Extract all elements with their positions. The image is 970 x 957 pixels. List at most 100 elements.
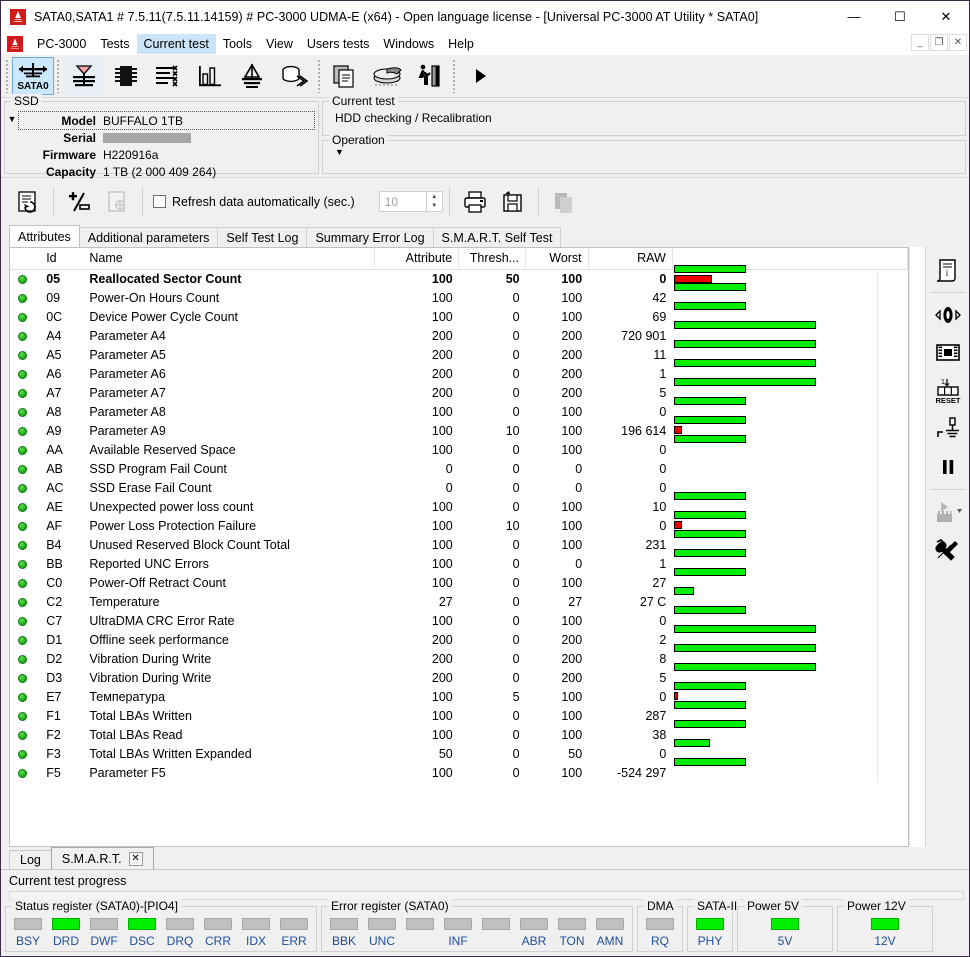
run-person-button[interactable] [408,57,450,95]
run-chip-icon[interactable] [929,493,967,531]
signal-probe-icon[interactable] [929,410,967,448]
drive-expand-toggle[interactable]: ▼ [5,112,19,180]
operation-dropdown-arrow[interactable]: ▼ [323,141,965,157]
th-threshold[interactable]: Thresh... [458,248,527,270]
table-row[interactable]: AB SSD Program Fail Count 0 0 0 0 [10,459,908,478]
menu-item-windows[interactable]: Windows [376,34,441,54]
stepper-up-icon[interactable]: ▲ [427,192,442,202]
window-maximize-button[interactable]: ☐ [877,1,923,32]
window-close-button[interactable]: ✕ [923,1,969,32]
table-row[interactable]: BB Reported UNC Errors 100 0 0 1 [10,549,908,573]
bottom-tab-log[interactable]: Log [9,850,52,869]
window-minimize-button[interactable]: — [831,1,877,32]
table-row[interactable]: AC SSD Erase Fail Count 0 0 0 0 [10,478,908,497]
pcb-board-icon[interactable] [929,334,967,372]
disk-export-button[interactable] [273,57,315,95]
tab-attributes[interactable]: Attributes [9,225,80,247]
menu-item-help[interactable]: Help [441,34,481,54]
menu-item-pc3000[interactable]: PC-3000 [30,34,93,54]
table-vertical-scrollbar[interactable] [909,247,925,847]
status-led-err[interactable]: ERR [278,918,310,948]
tab-additional-parameters[interactable]: Additional parameters [78,227,219,247]
th-raw[interactable]: RAW [588,248,673,270]
drive-init-button[interactable] [63,57,105,95]
copy-table-button[interactable] [545,185,583,219]
bottom-tab-smart[interactable]: S.M.A.R.T. ✕ [50,847,154,869]
close-icon[interactable]: ✕ [128,851,143,866]
chart-button[interactable] [189,57,231,95]
status-led-drq[interactable]: DRQ [164,918,196,948]
table-row[interactable]: B4 Unused Reserved Block Count Total 100 0 1… [10,530,908,554]
table-row[interactable]: 09 Power-On Hours Count 100 0 100 42 [10,283,908,307]
status-led-drd[interactable]: DRD [50,918,82,948]
power-5v-led[interactable]: 5V [769,918,801,948]
menu-item-tests[interactable]: Tests [93,34,136,54]
th-id[interactable]: Id [40,248,84,270]
tab-summary-error-log[interactable]: Summary Error Log [306,227,434,247]
sata-led-phy[interactable]: PHY [694,918,726,948]
log-info-icon[interactable]: i [929,251,967,289]
refresh-smart-button[interactable] [9,185,47,219]
list-tests-button[interactable] [147,57,189,95]
power-12v-led[interactable]: 12V [869,918,901,948]
error-led-bbk[interactable]: BBK [328,918,360,948]
mdi-restore-button[interactable]: ❐ [930,34,948,51]
toolbar-grip[interactable] [4,59,11,93]
error-led-abr[interactable]: ABR [518,918,550,948]
refresh-interval-stepper[interactable]: ▲ ▼ [378,191,443,212]
table-row[interactable]: AA Available Reserved Space 100 0 100 0 [10,435,908,459]
table-row[interactable]: A7 Parameter A7 200 0 200 5 [10,378,908,402]
tab-self-test-log[interactable]: Self Test Log [217,227,308,247]
menu-item-view[interactable]: View [259,34,300,54]
error-led-unc[interactable]: UNC [366,918,398,948]
status-led-idx[interactable]: IDX [240,918,272,948]
port-sata0-button[interactable]: SATA0 [12,57,54,95]
platters-button[interactable] [366,57,408,95]
table-row[interactable]: C0 Power-Off Retract Count 100 0 100 27 [10,568,908,592]
th-attribute[interactable]: Attribute [374,248,460,270]
table-row[interactable]: C2 Temperature 27 0 27 27 C [10,587,908,611]
power-toggle-icon[interactable] [929,296,967,334]
table-row[interactable]: D3 Vibration During Write 200 0 200 5 [10,663,908,687]
th-worst[interactable]: Worst [525,248,589,270]
save-report-button[interactable] [98,185,136,219]
pause-icon[interactable] [929,448,967,486]
table-row[interactable]: F2 Total LBAs Read 100 0 100 38 [10,720,908,744]
mdi-close-button[interactable]: ✕ [949,34,967,51]
tools-icon[interactable] [929,531,967,569]
print-button[interactable] [456,185,494,219]
table-row[interactable]: AE Unexpected power loss count 100 0 100 10 [10,492,908,516]
th-name[interactable]: Name [83,248,376,270]
save-to-file-button[interactable] [494,185,532,219]
copy-button[interactable] [324,57,366,95]
table-row[interactable]: E7 Температура 100 5 100 0 [10,682,908,706]
status-led-bsy[interactable]: BSY [12,918,44,948]
menu-item-users-tests[interactable]: Users tests [300,34,377,54]
status-led-dwf[interactable]: DWF [88,918,120,948]
th-extra[interactable] [877,248,908,270]
menu-item-tools[interactable]: Tools [216,34,259,54]
clear-smart-button[interactable] [60,185,98,219]
mdi-minimize-button[interactable]: _ [911,34,929,51]
table-row[interactable]: F3 Total LBAs Written Expanded 50 0 50 0 [10,739,908,763]
tab-smart-self-test[interactable]: S.M.A.R.T. Self Test [432,227,562,247]
th-status[interactable] [10,248,41,270]
toolbar-grip-2[interactable] [55,59,62,93]
table-row[interactable]: F1 Total LBAs Written 100 0 100 287 [10,701,908,725]
toolbar-grip-4[interactable] [451,59,458,93]
refresh-auto-checkbox[interactable] [153,195,166,208]
refresh-auto-checkbox-wrap[interactable]: Refresh data automatically (sec.) [153,195,355,209]
table-row[interactable]: F5 Parameter F5 100 0 100 -524 297 [10,758,908,782]
table-row[interactable]: A8 Parameter A8 100 0 100 0 [10,397,908,421]
menu-item-current-test[interactable]: Current test [136,33,216,54]
toolbar-grip-3[interactable] [316,59,323,93]
error-led-reserved-1[interactable] [404,918,436,948]
refresh-interval-arrows[interactable]: ▲ ▼ [426,191,443,212]
stepper-down-icon[interactable]: ▼ [427,202,442,212]
error-led-reserved-2[interactable] [480,918,512,948]
counter-reset-icon[interactable]: 1 RESET [929,372,967,410]
error-led-ton[interactable]: TON [556,918,588,948]
table-row[interactable]: AF Power Loss Protection Failure 100 10 100 0 [10,511,908,535]
play-button[interactable] [459,57,501,95]
refresh-interval-input[interactable] [378,191,427,212]
